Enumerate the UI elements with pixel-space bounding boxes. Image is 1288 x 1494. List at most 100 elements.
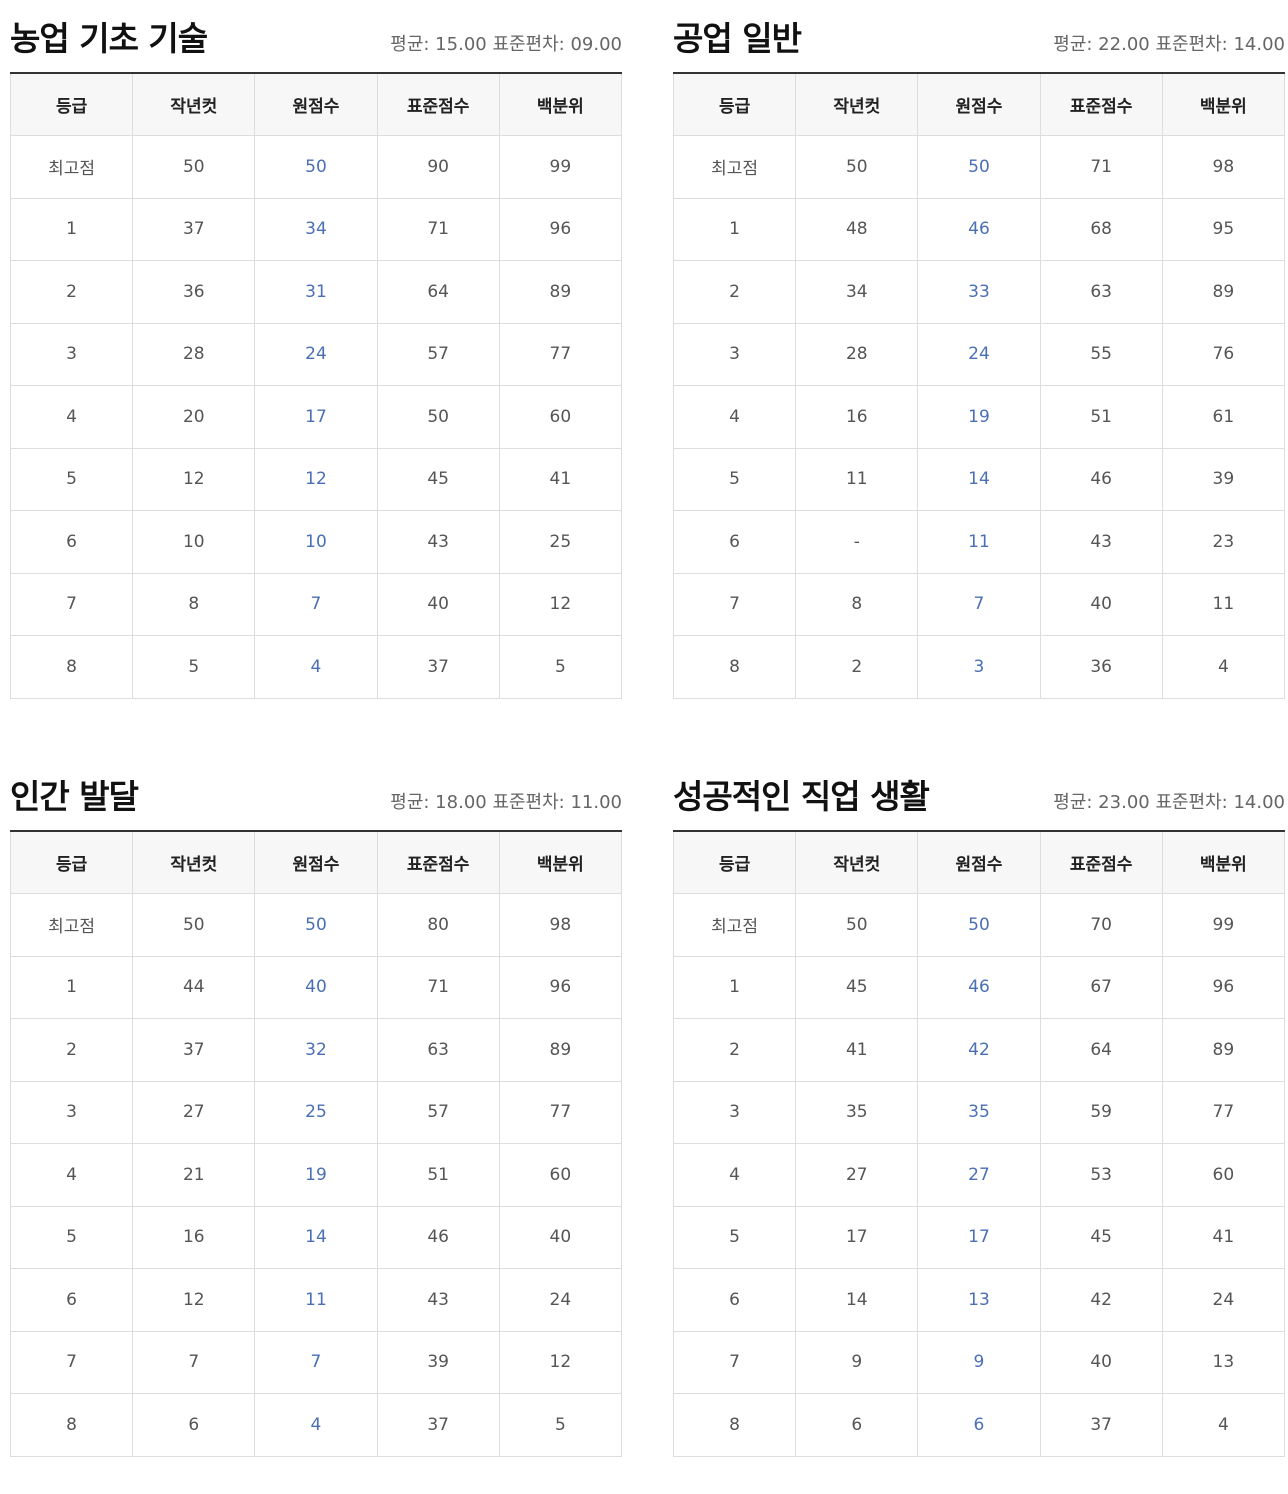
table-row: 5 16 14 46 40 [9,1205,623,1269]
standard-score-cell: 70 [1039,893,1163,957]
column-header-standard-score: 표준점수 [376,74,500,136]
raw-score-cell: 17 [917,1205,1041,1269]
grade-cell: 2 [9,1018,134,1082]
column-header-standard-score: 표준점수 [1039,74,1163,136]
subject-title: 성공적인 직업 생활 [673,777,930,816]
standard-score-cell: 43 [376,1268,500,1332]
last-year-cut-cell: 10 [132,510,256,574]
percentile-cell: 60 [498,385,623,449]
table-row: 6-11 43 23 [672,510,1286,574]
percentile-cell: 41 [498,447,623,511]
raw-score-cell: 46 [917,955,1041,1019]
last-year-cut-cell: 45 [795,955,919,1019]
table-header-row: 등급 작년컷 원점수 표준점수 백분위 [672,74,1286,136]
table-row: 6 12 11 43 24 [9,1268,623,1332]
percentile-cell: 24 [1161,1268,1286,1332]
table-row: 7 7 7 39 12 [9,1330,623,1394]
table-row: 5 11 14 46 39 [672,447,1286,511]
score-table-panel: 인간 발달 평균: 18.00 표준편차: 11.00 등급 작년컷 원점수 표준점수 백분… [9,758,623,1457]
last-year-cut-cell: 8 [795,572,919,636]
raw-score-cell: 50 [917,135,1041,199]
table-row: 2 34 33 63 89 [672,260,1286,324]
standard-score-cell: 80 [376,893,500,957]
grade-cell: 2 [9,260,134,324]
raw-score-cell: 11 [917,510,1041,574]
panel-header: 성공적인 직업 생활 평균: 23.00 표준편차: 14.00 [673,758,1285,832]
last-year-cut-cell: 50 [132,893,256,957]
standard-score-cell: 71 [376,197,500,261]
percentile-cell: 96 [498,197,623,261]
panel-header: 농업 기초 기술 평균: 15.00 표준편차: 09.00 [10,0,622,74]
last-year-cut-cell: 8 [132,572,256,636]
last-year-cut-cell: 16 [132,1205,256,1269]
table-row: 3 27 25 57 77 [9,1080,623,1144]
standard-score-cell: 67 [1039,955,1163,1019]
last-year-cut-cell: 35 [795,1080,919,1144]
percentile-cell: 77 [1161,1080,1286,1144]
percentile-cell: 77 [498,322,623,386]
standard-score-cell: 57 [376,322,500,386]
raw-score-cell: 34 [254,197,378,261]
table-row: 8 6 4 37 5 [9,1393,623,1457]
standard-score-cell: 46 [1039,447,1163,511]
grade-cell: 8 [9,1393,134,1457]
raw-score-cell: 17 [254,385,378,449]
last-year-cut-cell: 9 [795,1330,919,1394]
percentile-cell: 95 [1161,197,1286,261]
standard-score-cell: 68 [1039,197,1163,261]
percentile-cell: 23 [1161,510,1286,574]
score-table-panel: 공업 일반 평균: 22.00 표준편차: 14.00 등급 작년컷 원점수 표준점수 백분… [672,0,1286,699]
raw-score-cell: 6 [917,1393,1041,1457]
percentile-cell: 12 [498,572,623,636]
column-header-raw-score: 원점수 [254,832,378,894]
grade-cell: 최고점 [672,135,797,199]
standard-score-cell: 53 [1039,1143,1163,1207]
standard-score-cell: 57 [376,1080,500,1144]
percentile-cell: 25 [498,510,623,574]
subject-stats: 평균: 23.00 표준편차: 14.00 [1053,792,1285,813]
column-header-last-year-cut: 작년컷 [795,74,919,136]
column-header-last-year-cut: 작년컷 [132,74,256,136]
column-header-grade: 등급 [9,832,134,894]
last-year-cut-cell: 5 [132,635,256,699]
grade-cell: 6 [672,510,797,574]
standard-score-cell: 64 [376,260,500,324]
last-year-cut-cell: 50 [795,893,919,957]
raw-score-cell: 3 [917,635,1041,699]
raw-score-cell: 50 [254,135,378,199]
grade-cell: 7 [672,1330,797,1394]
raw-score-cell: 24 [917,322,1041,386]
last-year-cut-cell: 27 [132,1080,256,1144]
table-row: 최고점 50 50 90 99 [9,135,623,199]
grade-cell: 4 [672,385,797,449]
grade-cell: 3 [672,322,797,386]
last-year-cut-cell: 21 [132,1143,256,1207]
percentile-cell: 96 [1161,955,1286,1019]
grade-cut-table: 등급 작년컷 원점수 표준점수 백분위 최고점 50 50 70 99 1 45 46 67 96 2 41 42… [672,832,1286,1457]
grade-cell: 8 [9,635,134,699]
standard-score-cell: 63 [376,1018,500,1082]
percentile-cell: 99 [498,135,623,199]
column-header-percentile: 백분위 [1161,832,1286,894]
standard-score-cell: 45 [1039,1205,1163,1269]
table-row: 4 27 27 53 60 [672,1143,1286,1207]
last-year-cut-cell: 16 [795,385,919,449]
table-row: 6 14 13 42 24 [672,1268,1286,1332]
grade-cell: 최고점 [9,893,134,957]
percentile-cell: 4 [1161,1393,1286,1457]
raw-score-cell: 4 [254,1393,378,1457]
grade-cell: 1 [672,955,797,1019]
percentile-cell: 99 [1161,893,1286,957]
subject-title: 농업 기초 기술 [10,19,208,58]
raw-score-cell: 25 [254,1080,378,1144]
panel-header: 인간 발달 평균: 18.00 표준편차: 11.00 [10,758,622,832]
last-year-cut-cell: 7 [132,1330,256,1394]
raw-score-cell: 40 [254,955,378,1019]
standard-score-cell: 40 [1039,1330,1163,1394]
table-row: 6 10 10 43 25 [9,510,623,574]
table-row: 8 2 3 36 4 [672,635,1286,699]
standard-score-cell: 46 [376,1205,500,1269]
grade-cell: 2 [672,260,797,324]
percentile-cell: 41 [1161,1205,1286,1269]
raw-score-cell: 46 [917,197,1041,261]
